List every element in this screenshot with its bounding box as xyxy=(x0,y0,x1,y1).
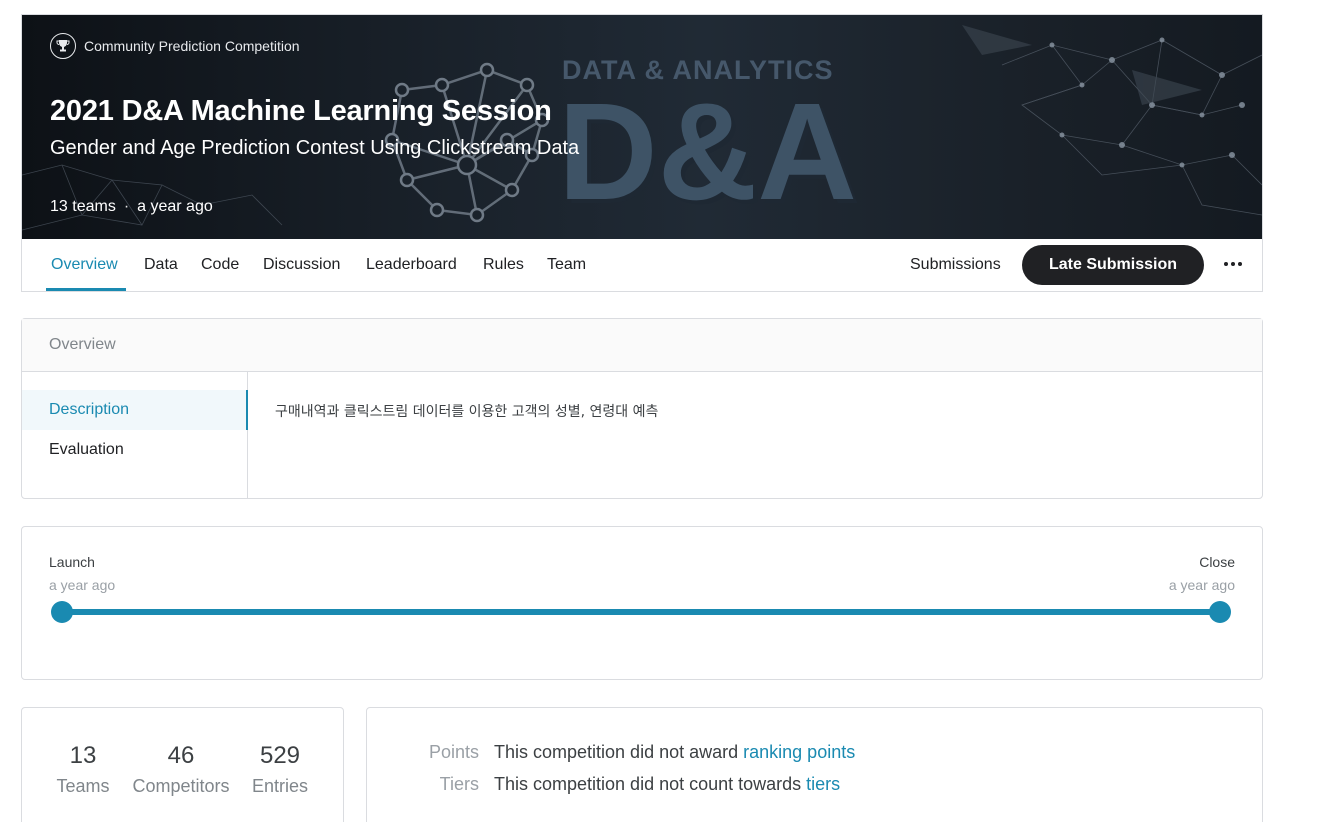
nav-item-description[interactable]: Description xyxy=(22,390,248,430)
active-tab-indicator xyxy=(46,288,126,291)
timeline-launch-marker[interactable] xyxy=(51,601,73,623)
nav-item-evaluation[interactable]: Evaluation xyxy=(22,430,248,470)
description-text: 구매내역과 클릭스트림 데이터를 이용한 고객의 성별, 연령대 예측 xyxy=(275,404,659,420)
overview-section: Overview Description Evaluation 구매내역과 클릭… xyxy=(21,318,1263,499)
competition-stats: 13 Teams 46 Competitors 529 Entries xyxy=(21,707,344,822)
competition-banner: DATA & ANALYTICS D&A Community Predictio… xyxy=(22,15,1262,239)
timeline-launch-label: Launch xyxy=(49,554,95,570)
timeline-close-marker[interactable] xyxy=(1209,601,1231,623)
meta-separator: · xyxy=(123,198,130,215)
stat-label: Entries xyxy=(251,776,309,796)
stat-competitors: 46 Competitors xyxy=(126,742,236,797)
stat-label: Teams xyxy=(56,776,110,796)
tiers-key: Tiers xyxy=(439,774,479,794)
banner-text-big: D&A xyxy=(558,75,857,229)
awards-section: Points This competition did not award ra… xyxy=(366,707,1263,822)
timeline-close-label: Close xyxy=(1199,554,1235,570)
points-value: This competition did not award ranking p… xyxy=(494,742,855,763)
timeline-bar xyxy=(62,609,1220,615)
stat-value: 529 xyxy=(259,742,301,769)
page-title: 2021 D&A Machine Learning Session xyxy=(50,95,552,127)
host-row: Community Prediction Competition xyxy=(50,33,300,59)
overview-side-nav: Description Evaluation xyxy=(22,372,248,498)
page-subtitle: Gender and Age Prediction Contest Using … xyxy=(50,137,580,159)
tiers-value: This competition did not count towards t… xyxy=(494,774,840,795)
timeline-launch-time: a year ago xyxy=(49,577,116,593)
tiers-text: This competition did not count towards xyxy=(494,774,807,794)
tab-rules[interactable]: Rules xyxy=(483,256,524,274)
timeline-close-time: a year ago xyxy=(1168,577,1235,593)
points-text: This competition did not award xyxy=(494,742,744,762)
tab-code[interactable]: Code xyxy=(201,256,239,274)
timeline-section: Launch a year ago Close a year ago xyxy=(21,526,1263,680)
stat-entries: 529 Entries xyxy=(244,742,316,797)
teams-count: 13 teams xyxy=(50,198,116,215)
tab-overview[interactable]: Overview xyxy=(51,256,118,274)
points-key: Points xyxy=(428,742,479,762)
submissions-link[interactable]: Submissions xyxy=(910,256,1001,274)
trophy-icon xyxy=(50,33,76,59)
competition-age: a year ago xyxy=(137,198,213,215)
tiers-link[interactable]: tiers xyxy=(806,774,840,794)
ranking-points-link[interactable]: ranking points xyxy=(743,742,855,762)
tab-team[interactable]: Team xyxy=(547,256,586,274)
stat-value: 46 xyxy=(167,742,195,769)
host-label: Community Prediction Competition xyxy=(84,38,300,54)
stat-label: Competitors xyxy=(132,776,230,796)
stat-value: 13 xyxy=(69,742,97,769)
more-options-icon[interactable] xyxy=(1222,253,1244,275)
tab-leaderboard[interactable]: Leaderboard xyxy=(366,256,457,274)
competition-header: DATA & ANALYTICS D&A Community Predictio… xyxy=(21,14,1263,292)
stat-teams: 13 Teams xyxy=(50,742,116,797)
competition-meta: 13 teams · a year ago xyxy=(50,198,213,216)
tab-data[interactable]: Data xyxy=(144,256,178,274)
tab-discussion[interactable]: Discussion xyxy=(263,256,340,274)
late-submission-button[interactable]: Late Submission xyxy=(1022,245,1204,285)
competition-tabs: Overview Data Code Discussion Leaderboar… xyxy=(22,239,1262,291)
overview-heading: Overview xyxy=(22,319,1262,372)
